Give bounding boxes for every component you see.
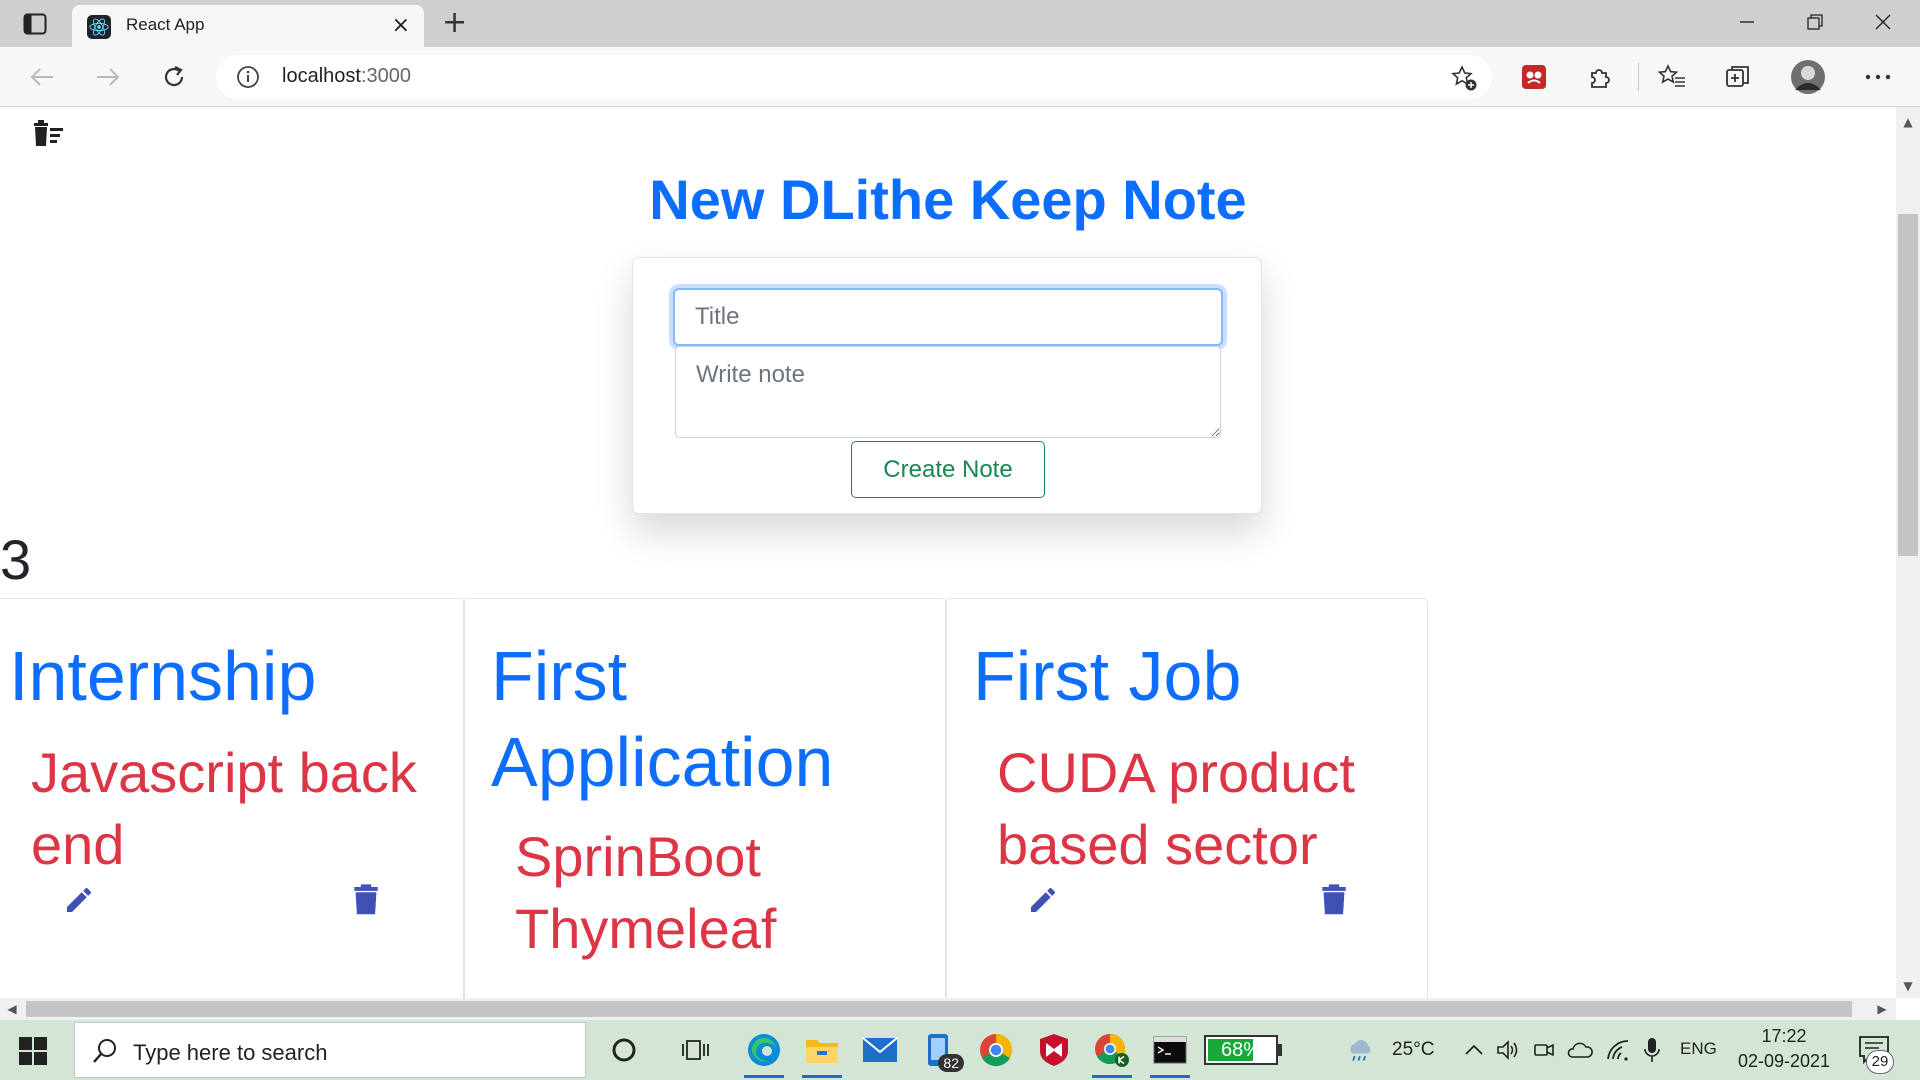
note-title: First Job [973, 637, 1242, 715]
toolbar-separator [1638, 63, 1639, 91]
file-explorer-icon[interactable] [800, 1030, 844, 1078]
clock-date: 02-09-2021 [1737, 1051, 1831, 1071]
active-app-indicator [1150, 1075, 1190, 1078]
scroll-right-arrow[interactable]: ▶ [1872, 999, 1892, 1019]
more-menu-icon[interactable] [1858, 57, 1898, 97]
tab-title: React App [126, 15, 205, 34]
tab-close-icon[interactable]: × [392, 14, 410, 38]
address-bar[interactable]: localhost:3000 [216, 55, 1492, 99]
collections-icon[interactable] [1718, 57, 1758, 97]
extension-red-icon[interactable] [1514, 57, 1554, 97]
favorites-icon[interactable] [1652, 57, 1692, 97]
phone-app-icon[interactable]: 82 [916, 1030, 964, 1072]
weather-icon[interactable] [1346, 1036, 1374, 1064]
title-input[interactable] [673, 288, 1223, 346]
note-card: First Job CUDA product based sector [946, 598, 1428, 998]
active-app-indicator [1092, 1075, 1132, 1078]
pencil-icon[interactable] [1027, 884, 1059, 916]
create-note-button[interactable]: Create Note [851, 441, 1045, 498]
language-indicator[interactable]: ENG [1680, 1039, 1717, 1059]
page-title: New DLithe Keep Note [649, 168, 1247, 231]
chrome-icon[interactable] [974, 1030, 1018, 1070]
scroll-down-arrow[interactable]: ▼ [1898, 976, 1918, 996]
minimize-icon[interactable] [1714, 0, 1780, 44]
extensions-puzzle-icon[interactable] [1580, 57, 1620, 97]
search-placeholder: Type here to search [133, 1040, 328, 1065]
tab-actions-icon[interactable] [18, 11, 52, 37]
pencil-icon[interactable] [63, 884, 95, 916]
notification-count: 29 [1866, 1050, 1894, 1074]
trash-icon[interactable] [353, 884, 379, 916]
trash-icon[interactable] [1321, 884, 1347, 916]
taskbar: Type here to search 82 68% 25°C ENG 17:2… [0, 1020, 1920, 1080]
back-arrow-icon[interactable] [24, 59, 60, 95]
chevron-up-icon[interactable] [1460, 1036, 1488, 1064]
search-icon [93, 1039, 116, 1063]
react-logo-icon [87, 15, 111, 39]
note-card: First Application SprinBoot Thymeleaf [464, 598, 946, 998]
onedrive-icon[interactable] [1566, 1036, 1594, 1064]
new-note-form: Create Note [632, 257, 1262, 514]
app-badge-count: 82 [938, 1054, 964, 1072]
windows-start-icon[interactable] [18, 1036, 48, 1066]
volume-icon[interactable] [1494, 1036, 1522, 1064]
site-info-icon[interactable] [236, 65, 260, 89]
refresh-icon[interactable] [156, 59, 192, 95]
microphone-icon[interactable] [1638, 1036, 1666, 1064]
profile-avatar[interactable] [1788, 57, 1828, 97]
vertical-scroll-thumb[interactable] [1898, 214, 1918, 556]
edge-browser-icon[interactable] [742, 1030, 786, 1078]
browser-tab-strip: React App × + [0, 0, 1920, 47]
terminal-icon[interactable] [1148, 1030, 1192, 1078]
meet-now-icon[interactable] [1530, 1036, 1558, 1064]
temperature[interactable]: 25°C [1392, 1039, 1434, 1061]
wifi-icon[interactable] [1604, 1036, 1632, 1064]
horizontal-scroll-thumb[interactable] [26, 1001, 1852, 1017]
active-app-indicator [744, 1075, 784, 1078]
active-app-indicator [802, 1075, 842, 1078]
note-textarea[interactable] [675, 346, 1221, 438]
note-title: First Application [491, 637, 834, 801]
battery-percent: 68% [1220, 1039, 1262, 1061]
battery-tip [1278, 1044, 1282, 1056]
scroll-up-arrow[interactable]: ▲ [1898, 112, 1918, 132]
forward-arrow-icon[interactable] [90, 59, 126, 95]
cortana-icon[interactable] [602, 1030, 646, 1070]
note-card: Internship Javascript back end [0, 598, 464, 998]
close-window-icon[interactable] [1850, 0, 1916, 44]
note-body: Javascript back end [31, 741, 417, 876]
restore-icon[interactable] [1782, 0, 1848, 44]
new-tab-button[interactable]: + [442, 8, 467, 38]
browser-toolbar: localhost:3000 [0, 47, 1920, 107]
add-favorite-icon[interactable] [1450, 64, 1478, 92]
browser-tab-react-app[interactable]: React App × [72, 5, 424, 47]
url-text[interactable]: localhost:3000 [282, 65, 411, 88]
scroll-left-arrow[interactable]: ◀ [2, 999, 22, 1019]
battery-indicator[interactable]: 68% [1204, 1035, 1278, 1065]
page-viewport: New DLithe Keep Note Create Note 3 Inter… [0, 107, 1896, 998]
chrome-profile-icon[interactable] [1090, 1030, 1134, 1078]
mail-icon[interactable] [858, 1030, 902, 1070]
note-body: CUDA product based sector [997, 741, 1355, 876]
note-count: 3 [0, 528, 32, 591]
note-body: SprinBoot Thymeleaf [515, 825, 777, 960]
note-title: Internship [9, 637, 317, 715]
task-view-icon[interactable] [674, 1030, 718, 1070]
clock-time: 17:22 [1761, 1026, 1807, 1046]
mcafee-icon[interactable] [1032, 1030, 1076, 1070]
clock[interactable]: 17:22 02-09-2021 [1736, 1024, 1832, 1074]
delete-sweep-icon[interactable] [32, 119, 66, 149]
taskbar-search[interactable]: Type here to search [74, 1022, 586, 1078]
